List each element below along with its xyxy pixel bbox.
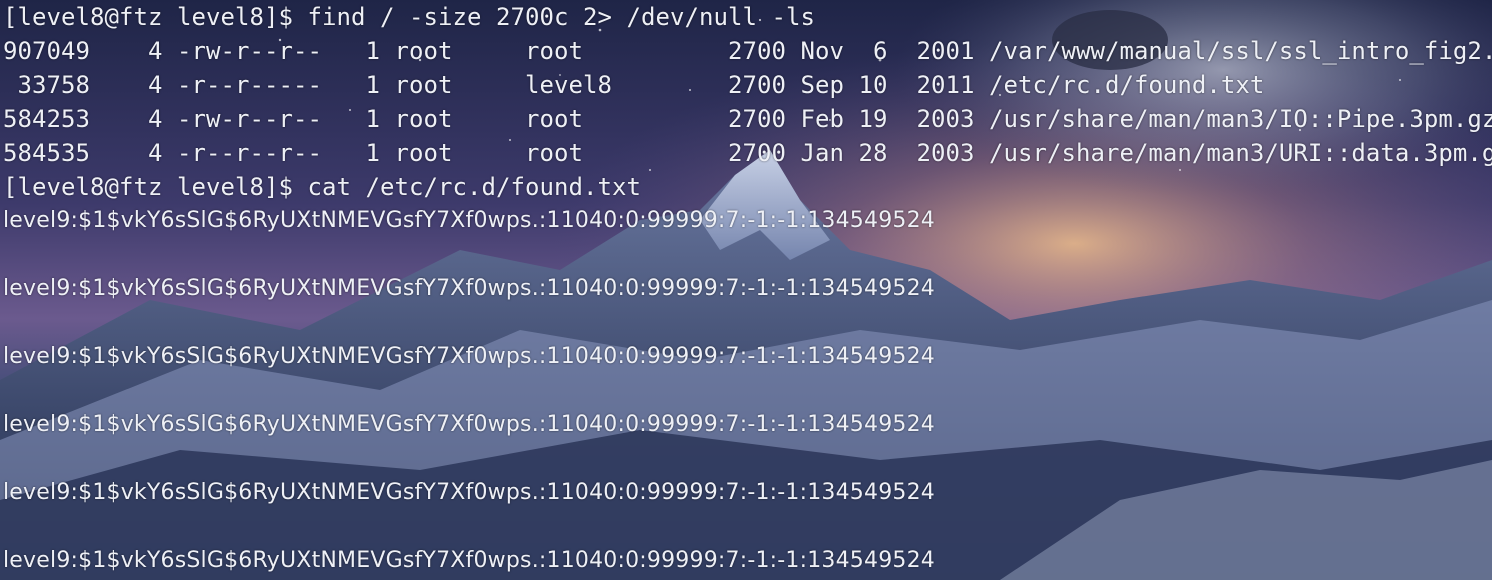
file-content-line: level9:$1$vkY6sSlG$6RyUXtNMEVGsfY7Xf0wps… [3, 548, 935, 573]
command-text: cat /etc/rc.d/found.txt [307, 173, 641, 201]
file-content-line: level9:$1$vkY6sSlG$6RyUXtNMEVGsfY7Xf0wps… [3, 412, 935, 437]
find-result-row: 33758 4 -r--r----- 1 root level8 2700 Se… [3, 71, 1265, 99]
terminal-output: [level8@ftz level8]$ find / -size 2700c … [3, 0, 1492, 578]
find-result-row: 907049 4 -rw-r--r-- 1 root root 2700 Nov… [3, 37, 1492, 65]
command-line-cat: [level8@ftz level8]$ cat /etc/rc.d/found… [3, 170, 1492, 204]
shell-prompt: [level8@ftz level8]$ [3, 173, 293, 201]
terminal-window[interactable]: [level8@ftz level8]$ find / -size 2700c … [0, 0, 1492, 580]
file-content-line: level9:$1$vkY6sSlG$6RyUXtNMEVGsfY7Xf0wps… [3, 208, 935, 233]
command-text: find / -size 2700c 2> /dev/null -ls [307, 3, 815, 31]
find-result-row: 584253 4 -rw-r--r-- 1 root root 2700 Feb… [3, 105, 1492, 133]
file-content-line: level9:$1$vkY6sSlG$6RyUXtNMEVGsfY7Xf0wps… [3, 480, 935, 505]
file-content-line: level9:$1$vkY6sSlG$6RyUXtNMEVGsfY7Xf0wps… [3, 344, 935, 369]
file-content-line: level9:$1$vkY6sSlG$6RyUXtNMEVGsfY7Xf0wps… [3, 276, 935, 301]
command-line-find: [level8@ftz level8]$ find / -size 2700c … [3, 0, 1492, 34]
find-result-row: 584535 4 -r--r--r-- 1 root root 2700 Jan… [3, 139, 1492, 167]
shell-prompt: [level8@ftz level8]$ [3, 3, 293, 31]
